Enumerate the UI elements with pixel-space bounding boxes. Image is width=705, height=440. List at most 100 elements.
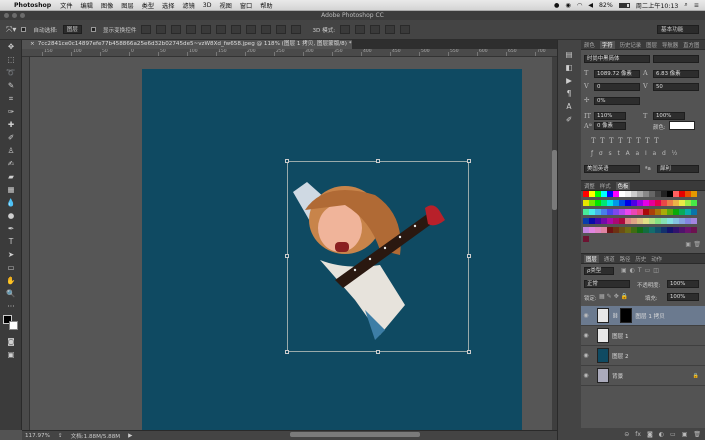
horizontal-ruler[interactable]: 150 100 50 0 50 100 150 200 250 300 350 400 450 500 55…: [22, 49, 557, 57]
opacity-field[interactable]: 100%: [667, 280, 699, 288]
layer-row[interactable]: ◉ 背景 🔒: [581, 366, 705, 386]
tab-styles[interactable]: 样式: [600, 182, 611, 190]
link-layers-icon[interactable]: ⊝: [624, 431, 629, 438]
transform-handle-t[interactable]: [376, 159, 380, 163]
anti-alias-select[interactable]: 犀利: [657, 165, 699, 173]
mask-link-icon[interactable]: ⛓: [612, 313, 618, 319]
menu-filter[interactable]: 滤镜: [182, 1, 194, 10]
text-color-swatch[interactable]: [669, 121, 695, 130]
character-panel-icon[interactable]: A: [558, 100, 580, 113]
tab-adjustments[interactable]: 调整: [584, 182, 595, 190]
auto-select-checkbox[interactable]: [21, 27, 27, 32]
blur-tool-icon[interactable]: 💧: [0, 196, 22, 209]
gradient-tool-icon[interactable]: ▦: [0, 183, 22, 196]
leading-field[interactable]: 6.83 像素: [653, 70, 699, 78]
tab-swatches[interactable]: 色板: [615, 181, 631, 190]
transform-bounding-box[interactable]: [285, 159, 471, 354]
dodge-tool-icon[interactable]: ●: [0, 209, 22, 222]
doc-size[interactable]: 文档:1.88M/5.88M: [71, 432, 121, 440]
3d-slide-button[interactable]: [385, 25, 396, 34]
new-swatch-icon[interactable]: ▣: [685, 241, 691, 248]
menu-window[interactable]: 窗口: [240, 1, 252, 10]
wechat-icon[interactable]: ◉: [565, 2, 570, 9]
layer-row[interactable]: ◉ 图层 1: [581, 326, 705, 346]
tab-channels[interactable]: 通道: [604, 255, 615, 263]
quick-mask-icon[interactable]: ◙: [0, 335, 22, 348]
quick-select-icon[interactable]: ✎: [0, 79, 22, 92]
distribute-top-button[interactable]: [231, 25, 242, 34]
history-brush-icon[interactable]: ✍: [0, 157, 22, 170]
layer-row[interactable]: ◉ 图层 2: [581, 346, 705, 366]
zoom-level[interactable]: 117.97%: [25, 433, 50, 439]
menu-select[interactable]: 选择: [162, 1, 174, 10]
color-swatch[interactable]: [691, 218, 697, 224]
layer-mask-thumbnail[interactable]: [620, 308, 633, 323]
healing-brush-icon[interactable]: ✚: [0, 118, 22, 131]
menu-type[interactable]: 类型: [142, 1, 154, 10]
tab-paths[interactable]: 路径: [620, 255, 631, 263]
tab-history[interactable]: 历史记录: [620, 41, 642, 49]
tab-layer-comp[interactable]: 图层: [646, 41, 657, 49]
actions-panel-icon[interactable]: ▶: [558, 74, 580, 87]
menu-edit[interactable]: 编辑: [81, 1, 93, 10]
layer-name[interactable]: 图层 2: [612, 352, 629, 360]
kerning-field[interactable]: 0: [594, 83, 640, 91]
close-window-button[interactable]: [4, 13, 9, 18]
transform-handle-b[interactable]: [376, 350, 380, 354]
transform-handle-br[interactable]: [467, 350, 471, 354]
tab-histogram[interactable]: 直方图: [683, 41, 699, 49]
fx-icon[interactable]: fx: [635, 431, 641, 438]
move-tool-icon[interactable]: ✥: [0, 40, 22, 53]
opentype-buttons[interactable]: ƒσstAaIad½: [591, 150, 683, 157]
history-panel-icon[interactable]: ▤: [558, 48, 580, 61]
transform-handle-r[interactable]: [467, 254, 471, 258]
layer-thumbnail[interactable]: [597, 348, 609, 363]
tab-layers[interactable]: 图层: [584, 254, 599, 263]
font-style-select[interactable]: [653, 55, 699, 63]
visibility-eye-icon[interactable]: ◉: [581, 332, 591, 339]
layer-name[interactable]: 背景: [612, 372, 623, 380]
color-swatch[interactable]: [691, 191, 697, 197]
distribute-bottom-button[interactable]: [261, 25, 272, 34]
crop-tool-icon[interactable]: ⌗: [0, 92, 22, 105]
adjustment-layer-icon[interactable]: ◐: [659, 431, 664, 438]
layer-name[interactable]: 图层 1 拷贝: [635, 312, 665, 320]
new-layer-icon[interactable]: ▣: [682, 431, 688, 438]
spotlight-icon[interactable]: ⌕: [684, 1, 687, 9]
status-arrow-icon[interactable]: ▶: [128, 433, 132, 439]
eyedropper-icon[interactable]: ✑: [0, 105, 22, 118]
brush-panel-icon[interactable]: ✐: [558, 113, 580, 126]
tab-actions[interactable]: 动作: [651, 255, 662, 263]
auto-select-dropdown[interactable]: 图层: [62, 25, 82, 34]
zoom-tool-icon[interactable]: 🔍: [0, 287, 22, 300]
layer-name[interactable]: 图层 1: [612, 332, 629, 340]
distribute-right-button[interactable]: [291, 25, 302, 34]
wifi-icon[interactable]: ◠: [577, 2, 582, 9]
vertical-ruler[interactable]: [22, 57, 30, 430]
3d-pan-button[interactable]: [370, 25, 381, 34]
menu-file[interactable]: 文件: [60, 1, 72, 10]
background-color[interactable]: [9, 321, 18, 330]
font-family-select[interactable]: 时尚中黑简体: [584, 55, 650, 63]
lasso-tool-icon[interactable]: ➰: [0, 66, 22, 79]
screen-mode-icon[interactable]: ▣: [0, 348, 22, 361]
distribute-vcenter-button[interactable]: [246, 25, 257, 34]
show-transform-checkbox[interactable]: [90, 27, 96, 32]
tab-navigator[interactable]: 导航器: [662, 41, 678, 49]
properties-panel-icon[interactable]: ◧: [558, 61, 580, 74]
zoom-window-button[interactable]: [20, 13, 25, 18]
tsume-field[interactable]: 0%: [594, 97, 640, 105]
new-group-icon[interactable]: ▭: [670, 431, 676, 438]
notification-icon[interactable]: ≡: [694, 2, 699, 9]
share-icon[interactable]: ⇪: [58, 433, 63, 439]
menu-help[interactable]: 帮助: [260, 1, 272, 10]
3d-roll-button[interactable]: [355, 25, 366, 34]
horizontal-scale-field[interactable]: 100%: [653, 112, 685, 120]
color-swatch[interactable]: [583, 236, 589, 242]
document-tab[interactable]: × 7cc2841ce0c14897efe77b458866a25e6d32b02…: [22, 40, 352, 49]
color-swatches[interactable]: [0, 313, 21, 335]
volume-icon[interactable]: ◀: [588, 2, 593, 9]
hand-tool-icon[interactable]: ✋: [0, 274, 22, 287]
font-size-field[interactable]: 1089.72 像素: [594, 70, 640, 78]
menu-app-name[interactable]: Photoshop: [14, 2, 51, 9]
